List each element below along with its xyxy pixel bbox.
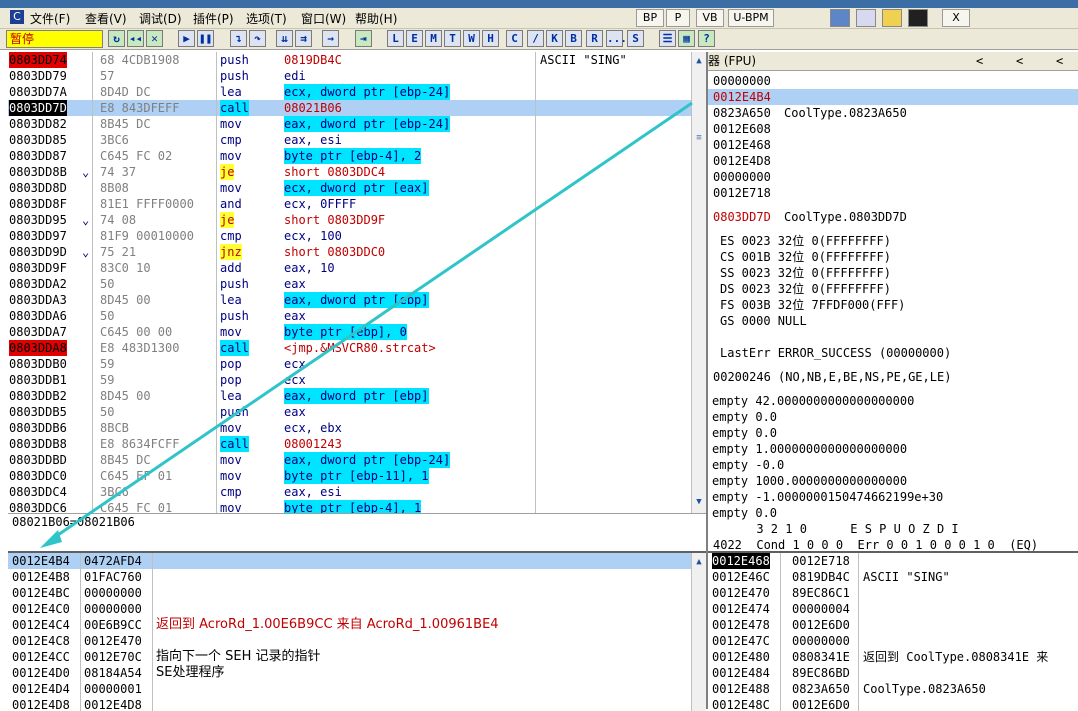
arrow-line [51, 101, 693, 541]
annotation-arrow [40, 101, 693, 548]
arrow-head [40, 530, 62, 548]
